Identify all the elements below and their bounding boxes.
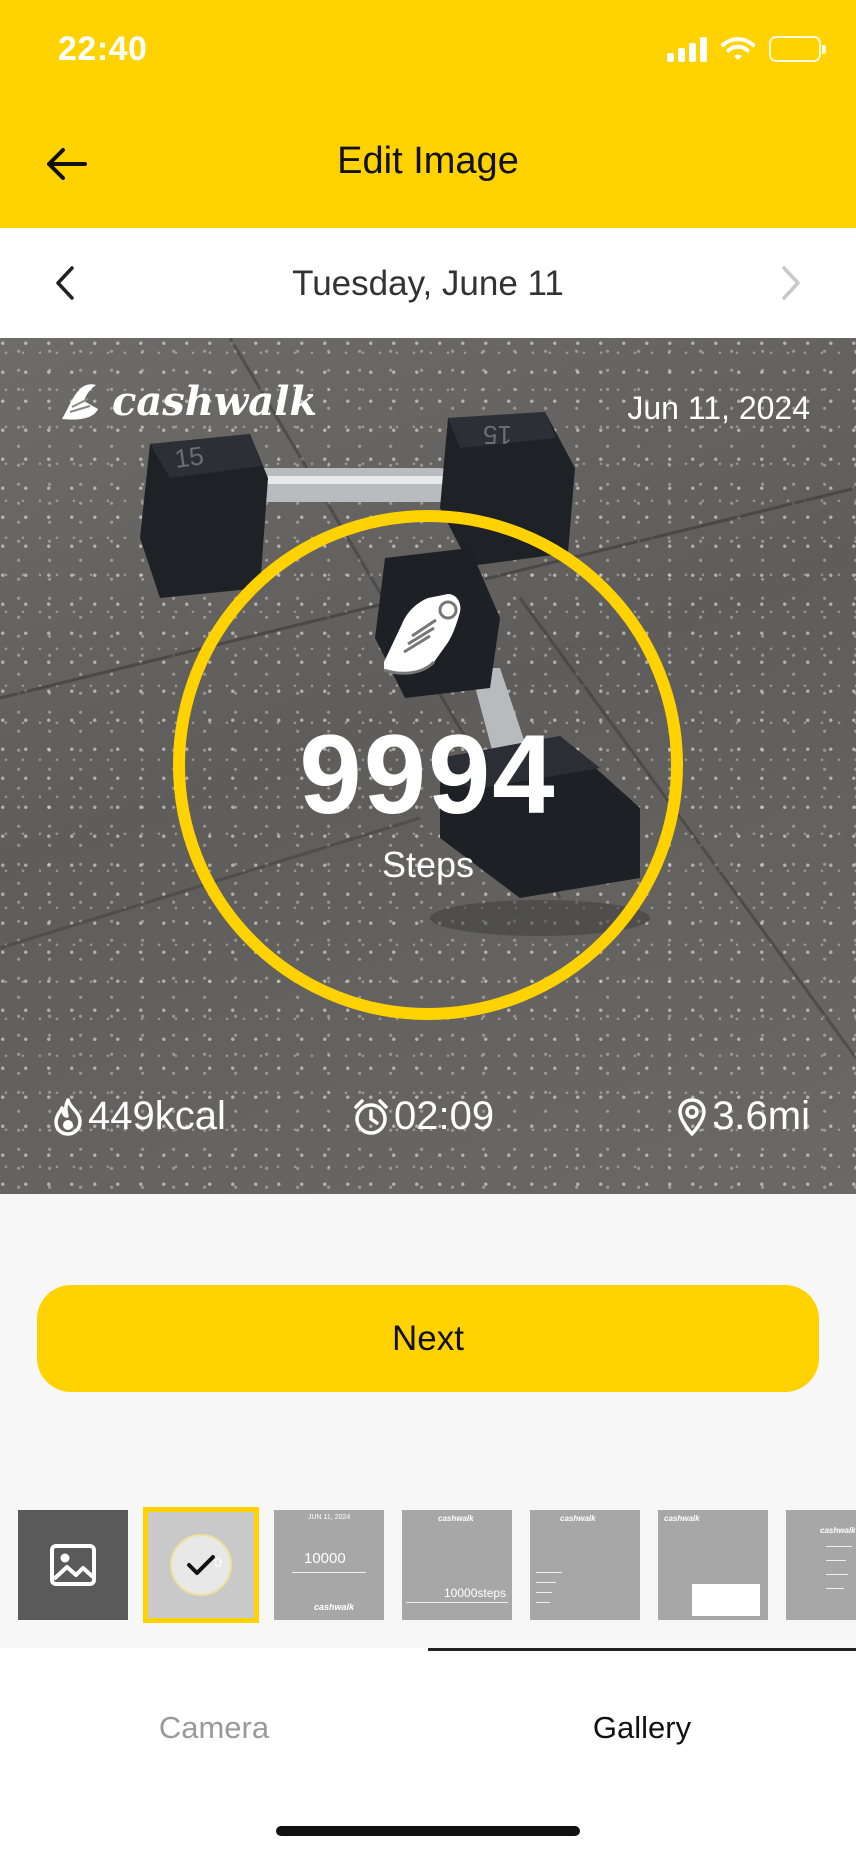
wifi-icon [721, 37, 755, 60]
current-date-label: Tuesday, June 11 [292, 264, 564, 303]
thumb-number: 10000 [304, 1550, 346, 1567]
chevron-right-icon [782, 266, 800, 300]
cellular-signal-icon [667, 36, 707, 62]
flame-icon [54, 1097, 82, 1136]
calories-stat: 449kcal [52, 1094, 226, 1139]
active-tab-indicator [428, 1648, 856, 1651]
dumbbell-weight-mark: 15 [173, 440, 206, 474]
thumb-footer: cashwalk [314, 1602, 355, 1612]
template-thumb-list-left[interactable]: cashwalk [530, 1510, 640, 1620]
sneaker-icon [383, 594, 461, 675]
thumb-date: JUN 11, 2024 [308, 1514, 351, 1521]
bottom-tabs: Camera Gallery [0, 1648, 856, 1854]
location-pin-icon [678, 1097, 706, 1136]
selected-check [170, 1534, 232, 1596]
distance-stat: 3.6mi [676, 1094, 810, 1139]
next-button[interactable]: Next [37, 1285, 819, 1392]
template-thumb-bottom-steps[interactable]: cashwalk 10000steps [402, 1510, 512, 1620]
duration-stat: 02:09 [352, 1094, 494, 1139]
top-header: 22:40 Edit Image [0, 0, 856, 228]
thumb-header: cashwalk [438, 1514, 474, 1523]
status-icons [667, 36, 826, 62]
date-navigator: Tuesday, June 11 [0, 228, 856, 338]
image-icon [50, 1544, 96, 1586]
calories-value: 449kcal [88, 1094, 226, 1138]
thumb-steps: 10000steps [444, 1586, 507, 1600]
status-time: 22:40 [58, 30, 148, 68]
thumb-header: cashwalk [664, 1514, 700, 1523]
home-indicator [276, 1826, 580, 1836]
brand-name: cashwalk [112, 378, 318, 425]
battery-icon [769, 36, 826, 62]
steps-count: 9994 [299, 712, 557, 837]
next-date-button[interactable] [766, 256, 816, 310]
template-thumb-list-right[interactable]: cashwalk [786, 1510, 856, 1620]
alarm-clock-icon [354, 1098, 388, 1135]
tab-camera[interactable]: Camera [0, 1710, 428, 1746]
duration-value: 02:09 [394, 1094, 495, 1138]
photo-date: Jun 11, 2024 [627, 390, 810, 426]
wing-shoe-icon [62, 383, 98, 420]
thumb-text: 0 [214, 1554, 222, 1570]
template-thumb-center-number[interactable]: JUN 11, 2024 10000 cashwalk [274, 1510, 384, 1620]
thumb-header: cashwalk [820, 1526, 856, 1535]
steps-label: Steps [381, 844, 475, 885]
gallery-picker-thumb[interactable] [18, 1510, 128, 1620]
thumb-card [692, 1584, 760, 1616]
template-thumb-card-bottom[interactable]: cashwalk [658, 1510, 768, 1620]
checkmark-icon [187, 1555, 215, 1575]
distance-value: 3.6mi [712, 1094, 810, 1138]
tab-gallery[interactable]: Gallery [428, 1710, 856, 1746]
template-thumb-circle[interactable]: 0 [143, 1507, 259, 1623]
page-title: Edit Image [337, 140, 519, 182]
brand-logo: cashwalk [58, 378, 317, 425]
thumb-header: cashwalk [560, 1514, 596, 1523]
dumbbell-weight-mark: 15 [483, 420, 512, 450]
photo-preview: 15 15 cashwalk Jun 11, 2024 9994 Steps 4… [0, 338, 856, 1194]
template-strip[interactable]: 0 JUN 11, 2024 10000 cashwalk cashwalk 1… [0, 1507, 856, 1623]
